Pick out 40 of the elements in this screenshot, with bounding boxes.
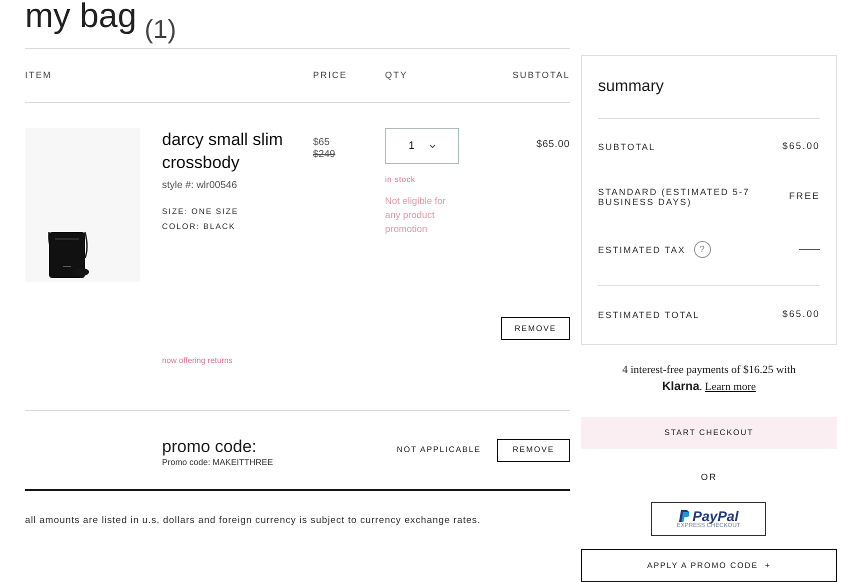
summary-title: summary (598, 75, 820, 118)
remove-button[interactable]: REMOVE (497, 438, 570, 462)
help-icon[interactable]: ? (694, 241, 711, 258)
promo-title: promo code: (162, 438, 258, 456)
column-header: ITEM (25, 68, 53, 82)
product-attribute: COLOR: BLACK (162, 221, 237, 233)
paypal-icon (678, 510, 689, 522)
product-attribute: SIZE: ONE SIZE (162, 206, 240, 218)
original-price: $249 (313, 149, 336, 161)
column-header: PRICE (313, 68, 348, 82)
sale-price: $65 (313, 137, 331, 149)
summary-label: SUBTOTAL (598, 142, 656, 152)
column-header: QTY (385, 68, 409, 82)
item-count: (1) (144, 13, 176, 46)
summary-value: FREE (788, 190, 820, 204)
dash-icon (799, 249, 820, 250)
stock-status: in stock (385, 174, 416, 186)
learn-more-link[interactable]: Learn more (704, 381, 756, 393)
returns-note: now offering returns (162, 355, 234, 367)
or-divider: OR (700, 470, 718, 484)
quantity-select[interactable]: 1 (385, 128, 459, 164)
product-name[interactable]: darcy small slim crossbody (162, 128, 313, 174)
summary-value: $65.00 (782, 140, 820, 154)
chevron-down-icon (428, 144, 436, 148)
summary-value: $65.00 (782, 308, 820, 322)
page-title: my bag (25, 0, 136, 37)
apply-promo-button[interactable]: APPLY A PROMO CODE + (581, 549, 837, 582)
product-style: style #: wlr00546 (162, 179, 238, 193)
column-header: SUBTOTAL (512, 68, 570, 82)
summary-label: ESTIMATED TAX (598, 244, 686, 255)
summary-label: STANDARD (ESTIMATED 5-7 BUSINESS DAYS) (598, 186, 751, 207)
klarna-message: 4 interest-free payments of $16.25 with Klarna. Learn more (621, 363, 797, 395)
remove-button[interactable]: REMOVE (501, 317, 570, 340)
start-checkout-button[interactable]: START CHECKOUT (581, 417, 837, 449)
item-subtotal: $65.00 (536, 138, 570, 152)
promo-status: NOT APPLICABLE (396, 444, 481, 456)
currency-disclaimer: all amounts are listed in u.s. dollars and foreign currency is subject to currency exchange rates. (25, 514, 482, 528)
promotion-note: Not eligible for any product promotion (385, 195, 447, 237)
summary-label: ESTIMATED TOTAL (598, 310, 701, 320)
promo-code: Promo code: MAKEITTHREE (162, 456, 274, 468)
